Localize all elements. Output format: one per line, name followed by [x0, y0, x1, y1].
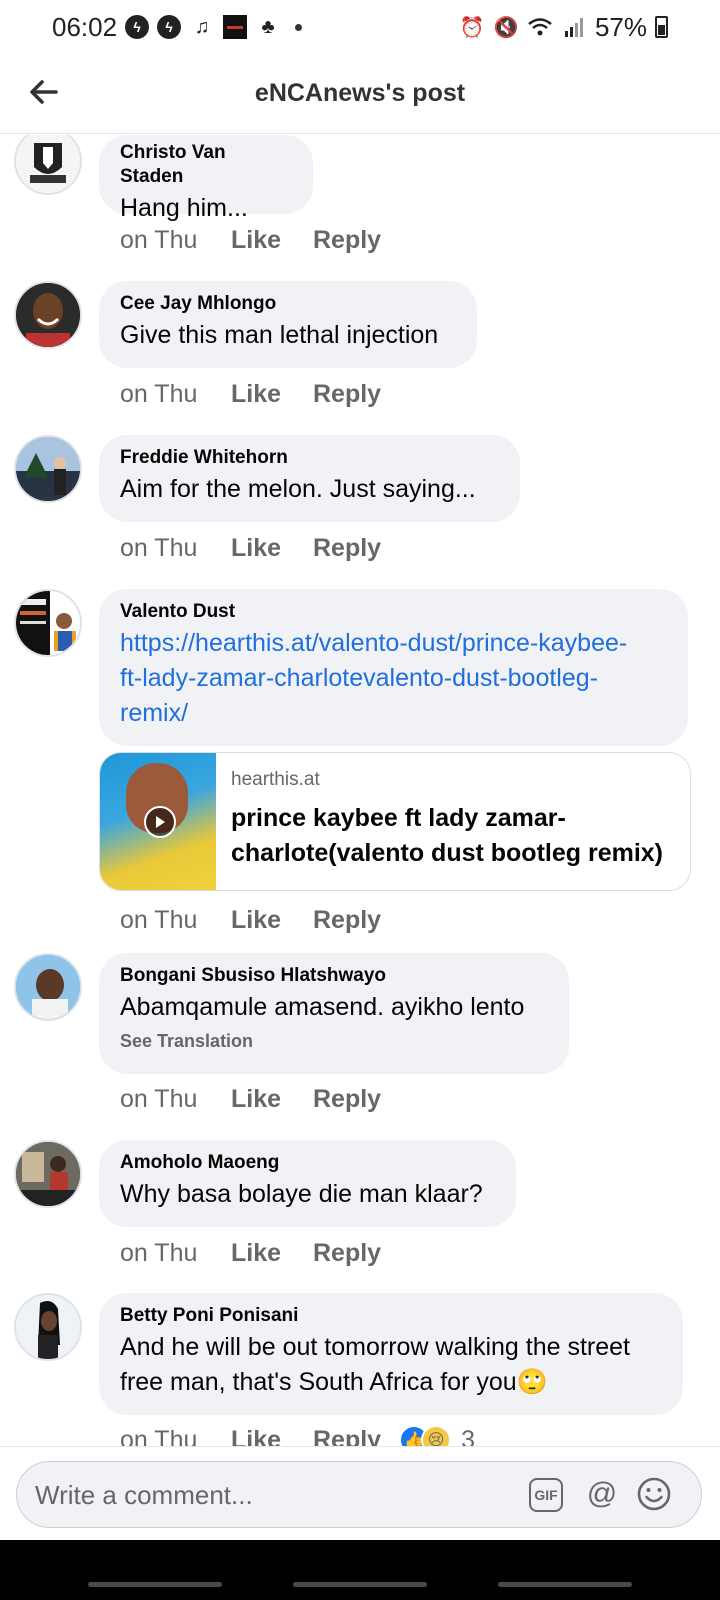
comment-list[interactable]: Christo Van Staden Hang him... on Thu Li… [0, 135, 720, 1475]
see-translation-link[interactable]: See Translation [120, 1031, 547, 1052]
comment-time[interactable]: on Thu [120, 1085, 231, 1114]
play-icon[interactable] [144, 806, 176, 838]
messenger-bolt-icon: ϟ [125, 15, 150, 39]
page-title: eNCAnews's post [254, 79, 466, 107]
gif-button[interactable]: GIF [529, 1478, 563, 1512]
comment-text: Hang him... [120, 194, 248, 222]
gym-figure-icon: ♣ [261, 15, 275, 38]
mention-button[interactable]: @ [583, 1475, 621, 1513]
comment-input-placeholder[interactable]: Write a comment... [35, 1480, 253, 1511]
comment-time[interactable]: on Thu [120, 906, 231, 935]
comment-actions: on Thu Like Reply [120, 380, 381, 409]
comment-bubble[interactable]: Valento Dust https://hearthis.at/valento… [99, 589, 688, 746]
wifi-icon [527, 14, 553, 40]
comment-text: Why basa bolaye die man klaar? [120, 1180, 483, 1208]
avatar[interactable] [14, 281, 82, 349]
like-button[interactable]: Like [231, 1239, 313, 1268]
comment-bubble[interactable]: Betty Poni Ponisani And he will be out t… [99, 1293, 683, 1415]
more-dot-icon [295, 23, 303, 31]
comment-link-line[interactable]: ft-lady-zamar-charlotevalento-dust-bootl… [120, 661, 666, 696]
emoji-icon[interactable] [635, 1475, 673, 1513]
nav-back-handle[interactable] [498, 1582, 632, 1587]
post-header: eNCAnews's post [0, 54, 720, 134]
avatar[interactable] [14, 1293, 82, 1361]
avatar[interactable] [14, 589, 82, 657]
avatar[interactable] [14, 1140, 82, 1208]
like-button[interactable]: Like [231, 906, 313, 935]
reply-button[interactable]: Reply [313, 226, 381, 255]
comment: Valento Dust https://hearthis.at/valento… [0, 589, 720, 934]
mute-icon: 🔇 [493, 16, 519, 39]
comment-author[interactable]: Cee Jay Mhlongo [120, 292, 455, 316]
battery-icon [655, 16, 668, 38]
app-thumbnail-icon [223, 15, 248, 39]
comment-bubble[interactable]: Freddie Whitehorn Aim for the melon. Jus… [99, 435, 520, 522]
alarm-icon: ⏰ [459, 16, 485, 39]
status-time: 06:02 [52, 11, 118, 42]
link-preview-domain: hearthis.at [231, 769, 320, 790]
comment-actions: on Thu Like Reply [120, 226, 381, 255]
like-button[interactable]: Like [231, 380, 313, 409]
status-bar: 06:02 ϟ ϟ ♫ ♣ ⏰ 🔇 57% [0, 0, 720, 54]
comment-author[interactable]: Amoholo Maoeng [120, 1151, 494, 1175]
comment-time[interactable]: on Thu [120, 1239, 231, 1268]
nav-home-handle[interactable] [293, 1582, 427, 1587]
comment-text-line: free man, that's South Africa for you🙄 [120, 1368, 548, 1396]
like-button[interactable]: Like [231, 534, 313, 563]
comment-time[interactable]: on Thu [120, 534, 231, 563]
comment-link[interactable]: https://hearthis.at/valento-dust/prince-… [120, 626, 666, 731]
comment-author[interactable]: Bongani Sbusiso Hlatshwayo [120, 964, 547, 988]
reply-button[interactable]: Reply [313, 380, 381, 409]
comment-bubble[interactable]: Bongani Sbusiso Hlatshwayo Abamqamule am… [99, 953, 569, 1074]
battery-percent: 57% [594, 11, 647, 42]
comment-bubble[interactable]: Amoholo Maoeng Why basa bolaye die man k… [99, 1140, 516, 1227]
comment-text: Give this man lethal injection [120, 321, 439, 349]
signal-icon [561, 14, 587, 40]
avatar[interactable] [14, 953, 82, 1021]
comment-text-line: And he will be out tomorrow walking the … [120, 1333, 630, 1361]
comment-text: Aim for the melon. Just saying... [120, 475, 476, 503]
comment-link-line[interactable]: remix/ [120, 696, 666, 731]
like-button[interactable]: Like [231, 226, 313, 255]
link-preview-thumbnail[interactable] [100, 753, 216, 890]
back-arrow-icon[interactable] [22, 70, 66, 114]
link-preview-card[interactable]: hearthis.at prince kaybee ft lady zamar-… [99, 752, 691, 891]
avatar[interactable] [14, 135, 82, 195]
reply-button[interactable]: Reply [313, 906, 381, 935]
comment-actions: on Thu Like Reply [120, 906, 381, 935]
comment-actions: on Thu Like Reply [120, 534, 381, 563]
comment-time[interactable]: on Thu [120, 380, 231, 409]
reply-button[interactable]: Reply [313, 534, 381, 563]
system-nav-bar [0, 1540, 720, 1600]
like-button[interactable]: Like [231, 1085, 313, 1114]
comment-text: And he will be out tomorrow walking the … [120, 1330, 661, 1400]
comment-time[interactable]: on Thu [120, 226, 231, 255]
comment-author[interactable]: Christo Van Staden [120, 141, 291, 189]
comment-link-line[interactable]: https://hearthis.at/valento-dust/prince-… [120, 626, 666, 661]
messenger-bolt-icon: ϟ [157, 15, 182, 39]
reply-button[interactable]: Reply [313, 1239, 381, 1268]
comment-bubble[interactable]: Christo Van Staden Hang him... [99, 135, 313, 222]
comment-input[interactable]: Write a comment... GIF @ [16, 1461, 702, 1528]
comment-author[interactable]: Valento Dust [120, 600, 666, 624]
avatar[interactable] [14, 435, 82, 503]
comment-bubble[interactable]: Cee Jay Mhlongo Give this man lethal inj… [99, 281, 477, 368]
comment-composer: Write a comment... GIF @ [0, 1446, 720, 1540]
comment-text: Abamqamule amasend. ayikho lento [120, 993, 525, 1021]
comment-actions: on Thu Like Reply [120, 1085, 381, 1114]
nav-recents-handle[interactable] [88, 1582, 222, 1587]
reply-button[interactable]: Reply [313, 1085, 381, 1114]
comment-author[interactable]: Freddie Whitehorn [120, 446, 498, 470]
comment-actions: on Thu Like Reply [120, 1239, 381, 1268]
comment-author[interactable]: Betty Poni Ponisani [120, 1304, 661, 1328]
music-note-icon: ♫ [194, 15, 210, 38]
link-preview-title[interactable]: prince kaybee ft lady zamar-charlote(val… [231, 801, 681, 871]
